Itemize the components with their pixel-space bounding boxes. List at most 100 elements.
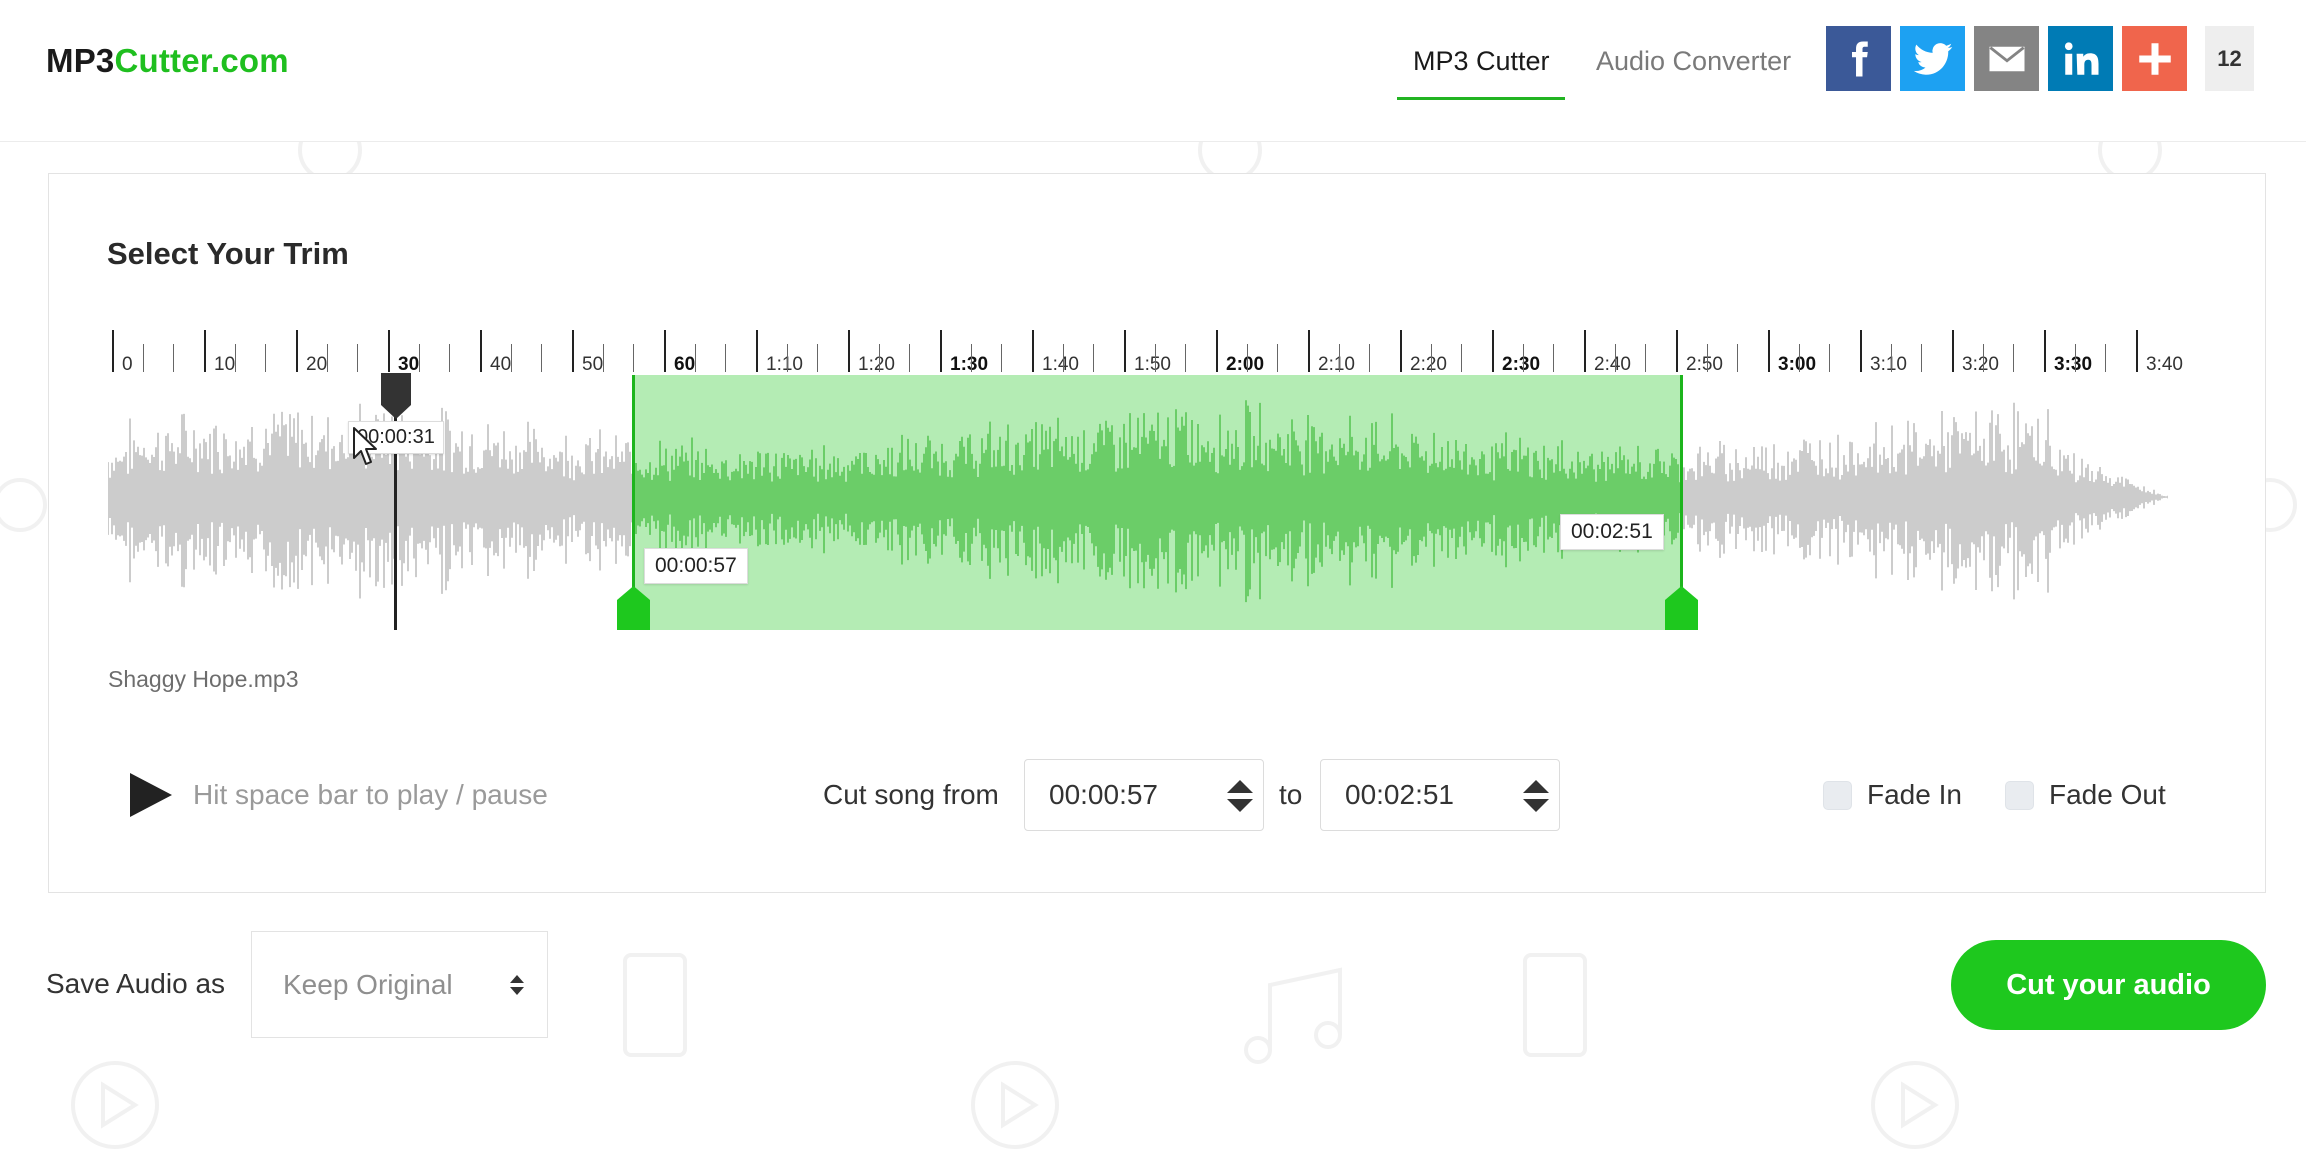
timeline-minor-tick xyxy=(1338,344,1340,372)
timeline-tick xyxy=(1768,330,1770,372)
timeline-minor-tick xyxy=(725,344,727,372)
timeline-tick xyxy=(204,330,206,372)
start-time-value: 00:00:57 xyxy=(1049,779,1158,810)
share-more-button[interactable] xyxy=(2122,26,2187,91)
tab-audio-converter[interactable]: Audio Converter xyxy=(1596,46,1791,77)
timeline-label: 2:40 xyxy=(1594,354,1631,375)
timeline-tick xyxy=(1216,330,1218,372)
timeline-tick xyxy=(1124,330,1126,372)
facebook-icon xyxy=(1851,41,1868,76)
timeline-label: 1:50 xyxy=(1134,354,1171,375)
end-time-input[interactable]: 00:02:51 xyxy=(1320,759,1560,831)
playhead-handle[interactable] xyxy=(379,373,413,419)
linkedin-icon xyxy=(2064,41,2098,75)
logo-cutter: Cutter.com xyxy=(114,42,289,79)
timeline-label: 3:00 xyxy=(1778,354,1817,375)
timeline-minor-tick xyxy=(173,344,175,372)
timeline-minor-tick xyxy=(1921,344,1923,372)
timeline-minor-tick xyxy=(1982,344,1984,372)
select-arrows-icon xyxy=(510,975,524,995)
tab-mp3-cutter[interactable]: MP3 Cutter xyxy=(1413,46,1550,77)
timeline-minor-tick xyxy=(1461,344,1463,372)
timeline-minor-tick xyxy=(265,344,267,372)
timeline-minor-tick xyxy=(1062,344,1064,372)
share-facebook-button[interactable] xyxy=(1826,26,1891,91)
end-trim-handle[interactable] xyxy=(1665,586,1698,630)
timeline-minor-tick xyxy=(878,344,880,372)
cut-audio-button[interactable]: Cut your audio xyxy=(1951,940,2266,1030)
end-time-value: 00:02:51 xyxy=(1345,779,1454,810)
timeline-label: 1:40 xyxy=(1042,354,1079,375)
timeline-label: 1:20 xyxy=(858,354,895,375)
timeline-minor-tick xyxy=(1737,344,1739,372)
timeline-minor-tick xyxy=(418,344,420,372)
end-time-tag: 00:02:51 xyxy=(1560,514,1664,550)
timeline-label: 3:40 xyxy=(2146,354,2183,375)
timeline-minor-tick xyxy=(1798,344,1800,372)
timeline-label: 60 xyxy=(674,354,696,375)
fade-in-checkbox[interactable] xyxy=(1823,781,1852,810)
timeline-label: 3:20 xyxy=(1962,354,1999,375)
timeline-minor-tick xyxy=(510,344,512,372)
timeline-label: 3:30 xyxy=(2054,354,2093,375)
start-time-input[interactable]: 00:00:57 xyxy=(1024,759,1264,831)
play-icon[interactable] xyxy=(128,771,174,819)
timeline-minor-tick xyxy=(1890,344,1892,372)
fade-out-label[interactable]: Fade Out xyxy=(2049,779,2166,811)
timeline-minor-tick xyxy=(2105,344,2107,372)
timeline-label: 2:00 xyxy=(1226,354,1265,375)
timeline-tick xyxy=(848,330,850,372)
plus-icon xyxy=(2138,42,2171,75)
timeline-minor-tick xyxy=(1369,344,1371,372)
timeline-minor-tick xyxy=(633,344,635,372)
timeline-minor-tick xyxy=(2074,344,2076,372)
share-linkedin-button[interactable] xyxy=(2048,26,2113,91)
timeline-label: 40 xyxy=(490,354,512,375)
timeline-minor-tick xyxy=(1001,344,1003,372)
timeline-label: 1:10 xyxy=(766,354,803,375)
timeline-tick xyxy=(388,330,390,372)
timeline-minor-tick xyxy=(1645,344,1647,372)
end-time-stepper[interactable] xyxy=(1521,778,1551,814)
timeline-minor-tick xyxy=(2013,344,2015,372)
file-name: Shaggy Hope.mp3 xyxy=(108,666,299,692)
fade-in-label[interactable]: Fade In xyxy=(1867,779,1962,811)
email-icon xyxy=(1989,46,2024,71)
timeline-label: 3:10 xyxy=(1870,354,1907,375)
share-email-button[interactable] xyxy=(1974,26,2039,91)
timeline-label: 2:10 xyxy=(1318,354,1355,375)
to-label: to xyxy=(1279,779,1303,810)
timeline-label: 50 xyxy=(582,354,604,375)
timeline-tick xyxy=(1032,330,1034,372)
site-header: MP3Cutter.com MP3 Cutter Audio Converter… xyxy=(0,0,2306,142)
timeline-tick xyxy=(2044,330,2046,372)
timeline-label: 0 xyxy=(122,354,133,375)
active-tab-indicator xyxy=(1397,97,1565,100)
section-title: Select Your Trim xyxy=(107,236,349,271)
timeline-tick xyxy=(296,330,298,372)
timeline-tick xyxy=(1584,330,1586,372)
timeline-minor-tick xyxy=(541,344,543,372)
trim-selection[interactable] xyxy=(634,375,1683,630)
timeline-minor-tick xyxy=(326,344,328,372)
timeline-minor-tick xyxy=(234,344,236,372)
timeline-minor-tick xyxy=(1277,344,1279,372)
timeline-minor-tick xyxy=(449,344,451,372)
start-time-stepper[interactable] xyxy=(1225,778,1255,814)
site-logo[interactable]: MP3Cutter.com xyxy=(46,42,289,80)
twitter-icon xyxy=(1913,42,1952,75)
timeline-tick xyxy=(480,330,482,372)
start-trim-handle[interactable] xyxy=(617,586,650,630)
save-audio-label: Save Audio as xyxy=(46,968,226,999)
format-select[interactable]: Keep Original xyxy=(251,931,548,1038)
timeline-minor-tick xyxy=(970,344,972,372)
fade-out-checkbox[interactable] xyxy=(2005,781,2034,810)
share-twitter-button[interactable] xyxy=(1900,26,1965,91)
timeline-minor-tick xyxy=(1706,344,1708,372)
timeline-tick xyxy=(1400,330,1402,372)
timeline-minor-tick xyxy=(786,344,788,372)
timeline-minor-tick xyxy=(817,344,819,372)
timeline-ruler[interactable]: 0 10 20 30 40 50 60 1:10 1:20 1:30 1:40 1:50 2:00 2:1… xyxy=(108,330,2188,380)
timeline-tick xyxy=(1952,330,1954,372)
timeline-tick xyxy=(940,330,942,372)
